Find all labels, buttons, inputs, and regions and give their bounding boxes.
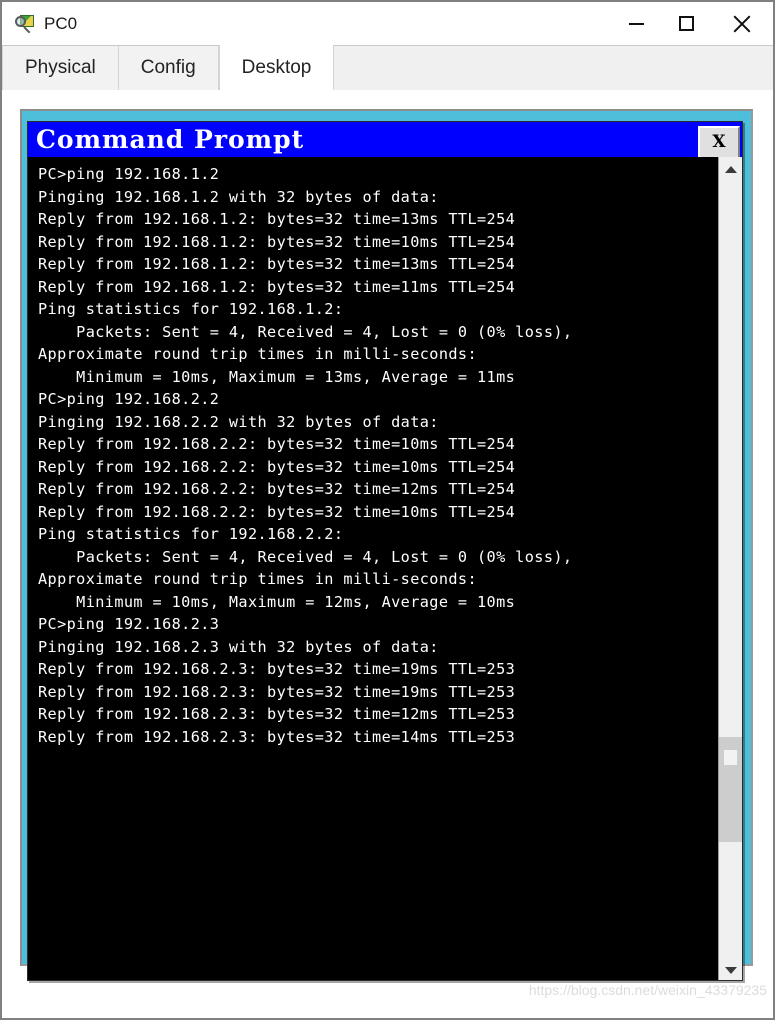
chevron-down-icon — [724, 966, 737, 974]
watermark-text: https://blog.csdn.net/weixin_43379235 — [528, 982, 767, 998]
terminal-output[interactable]: PC>ping 192.168.1.2 Pinging 192.168.1.2 … — [28, 157, 720, 980]
command-prompt-title: Command Prompt — [36, 125, 305, 154]
terminal-line: Ping statistics for 192.168.2.2: — [38, 525, 344, 543]
scrollbar-down-button[interactable] — [719, 958, 742, 980]
terminal-line: Reply from 192.168.2.3: bytes=32 time=19… — [38, 660, 516, 678]
command-prompt-close-button[interactable]: X — [698, 126, 740, 159]
terminal-line: Pinging 192.168.2.2 with 32 bytes of dat… — [38, 412, 439, 431]
minimize-icon — [628, 22, 644, 25]
tab-desktop[interactable]: Desktop — [218, 45, 335, 90]
terminal-line: Reply from 192.168.1.2: bytes=32 time=13… — [38, 210, 516, 228]
window-titlebar: PC0 — [2, 2, 773, 45]
close-icon — [731, 13, 753, 35]
command-prompt-window: Command Prompt X PC>ping 192.168.1.2 Pin… — [27, 121, 743, 981]
window-title: PC0 — [44, 14, 78, 33]
terminal-line: Pinging 192.168.2.3 with 32 bytes of dat… — [38, 637, 439, 656]
scrollbar-up-button[interactable] — [719, 157, 742, 181]
terminal-line: Minimum = 10ms, Maximum = 13ms, Average … — [38, 367, 516, 386]
minimize-button[interactable] — [611, 2, 661, 45]
tab-bar: Physical Config Desktop — [2, 45, 773, 90]
terminal-line: Reply from 192.168.1.2: bytes=32 time=10… — [38, 232, 516, 251]
terminal-line: Reply from 192.168.2.3: bytes=32 time=14… — [38, 727, 516, 746]
scrollbar-thumb[interactable] — [719, 737, 742, 842]
scrollbar-track[interactable] — [719, 181, 742, 958]
pc-inspect-icon — [14, 13, 36, 35]
terminal-line: Packets: Sent = 4, Received = 4, Lost = … — [38, 547, 573, 566]
terminal-line: Reply from 192.168.1.2: bytes=32 time=13… — [38, 255, 516, 273]
maximize-icon — [678, 16, 694, 31]
terminal-line: Reply from 192.168.2.2: bytes=32 time=10… — [38, 435, 516, 453]
command-prompt-titlebar: Command Prompt X — [28, 122, 742, 159]
tab-physical[interactable]: Physical — [2, 46, 119, 90]
terminal-line: Reply from 192.168.2.3: bytes=32 time=12… — [38, 705, 516, 723]
close-button[interactable] — [711, 2, 773, 45]
terminal-scrollbar[interactable] — [718, 157, 742, 980]
terminal-line: Reply from 192.168.2.3: bytes=32 time=19… — [38, 682, 516, 701]
terminal-line: Approximate round trip times in milli-se… — [38, 570, 478, 588]
chevron-up-icon — [724, 165, 737, 173]
terminal-line: Reply from 192.168.2.2: bytes=32 time=10… — [38, 457, 516, 476]
terminal-line: Reply from 192.168.2.2: bytes=32 time=12… — [38, 480, 516, 498]
window-title-group: PC0 — [2, 13, 611, 35]
terminal-line: Pinging 192.168.1.2 with 32 bytes of dat… — [38, 187, 439, 206]
terminal-line: Reply from 192.168.1.2: bytes=32 time=11… — [38, 277, 516, 296]
terminal-line: Approximate round trip times in milli-se… — [38, 345, 478, 363]
maximize-button[interactable] — [661, 2, 711, 45]
tab-config[interactable]: Config — [118, 46, 219, 90]
terminal-line: PC>ping 192.168.2.3 — [38, 615, 220, 633]
window-controls — [611, 2, 773, 45]
terminal-line: Packets: Sent = 4, Received = 4, Lost = … — [38, 322, 573, 341]
command-prompt-close-icon: X — [712, 132, 726, 152]
terminal-line: PC>ping 192.168.1.2 — [38, 165, 220, 183]
terminal-line: Ping statistics for 192.168.1.2: — [38, 300, 344, 318]
pc0-device-window: PC0 Physical Config Desktop Command Prom… — [0, 0, 775, 1020]
terminal-line: Reply from 192.168.2.2: bytes=32 time=10… — [38, 502, 516, 521]
desktop-tab-panel: Command Prompt X PC>ping 192.168.1.2 Pin… — [2, 90, 773, 1018]
tab-bar-filler — [334, 46, 773, 90]
terminal-line: PC>ping 192.168.2.2 — [38, 390, 220, 408]
terminal-line: Minimum = 10ms, Maximum = 12ms, Average … — [38, 592, 516, 611]
